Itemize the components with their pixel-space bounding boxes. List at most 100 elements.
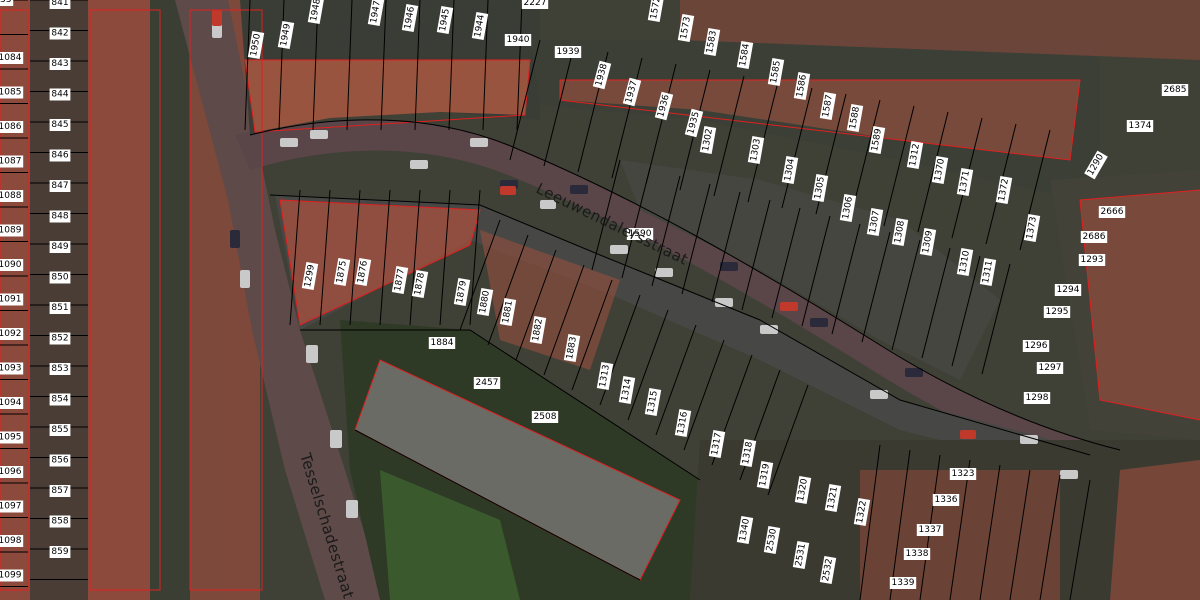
parcel-label: 1090 <box>0 259 24 271</box>
parcel-number: 2666 <box>1101 207 1124 217</box>
parcel-label: 857 <box>49 485 71 497</box>
parcel-number: 1884 <box>431 338 454 348</box>
parcel-label: 850 <box>49 271 71 284</box>
parcel-label: 1092 <box>0 328 24 340</box>
parcel-number: 1339 <box>892 578 915 588</box>
parcel-number: 1338 <box>906 549 929 559</box>
parcel-label: 851 <box>49 302 71 314</box>
parcel-number: 1337 <box>919 525 942 535</box>
parcel-number: 1336 <box>935 495 958 505</box>
parcel-label: 1095 <box>0 431 24 444</box>
parcel-label: 1293 <box>1078 254 1106 266</box>
parcel-number: 1091 <box>0 295 21 305</box>
map-canvas: 841 842 843 844 845 846 847 848 849 850 851 852 853 8… <box>0 0 1200 600</box>
parcel-number: 858 <box>51 517 68 527</box>
parcel-number: 844 <box>51 90 68 100</box>
parcel-label: 1323 <box>949 468 977 480</box>
parcel-label: 1091 <box>0 293 24 306</box>
parcel-label: 1294 <box>1054 284 1082 296</box>
parcel-label: 1094 <box>0 397 24 409</box>
parcel-number: 841 <box>51 0 68 8</box>
parcel-label: 858 <box>49 515 71 528</box>
parcel-label: 849 <box>49 241 71 253</box>
parcel-label: 845 <box>49 119 71 131</box>
parcel-number: 850 <box>51 273 68 283</box>
parcel-number: 2533 <box>0 0 11 5</box>
parcel-number: 1323 <box>952 469 975 479</box>
parcel-number: 1298 <box>1026 393 1049 403</box>
parcel-number: 1090 <box>0 260 22 270</box>
parcel-label: 1099 <box>0 569 24 582</box>
parcel-label: 841 <box>49 0 71 9</box>
parcel-number: 1939 <box>557 47 580 57</box>
parcel-number: 1940 <box>507 35 530 45</box>
parcel-number: 846 <box>51 151 68 161</box>
parcel-number: 1297 <box>1039 363 1062 373</box>
parcel-label: 1096 <box>0 466 24 478</box>
parcel-label: 1297 <box>1036 362 1064 374</box>
parcel-number: 853 <box>51 364 68 374</box>
parcel-label: 846 <box>49 149 71 162</box>
parcel-number: 1097 <box>0 502 21 512</box>
parcel-label: 1097 <box>0 500 24 513</box>
parcel-label: 1086 <box>0 121 24 133</box>
parcel-number: 1088 <box>0 191 22 201</box>
parcel-number: 2457 <box>476 378 499 388</box>
parcel-number: 2685 <box>1164 85 1187 95</box>
parcel-number: 2686 <box>1083 232 1106 242</box>
parcel-label: 859 <box>49 546 71 558</box>
parcel-number: 1093 <box>0 364 21 374</box>
parcel-label: 2227 <box>521 0 549 9</box>
parcel-label: 1098 <box>0 535 24 547</box>
parcel-number: 1087 <box>0 157 21 167</box>
parcel-number: 2227 <box>524 0 547 8</box>
parcel-number: 1296 <box>1025 341 1048 351</box>
parcel-number: 856 <box>51 456 68 466</box>
parcel-label: 2666 <box>1098 206 1126 218</box>
parcel-label: 2685 <box>1161 84 1189 96</box>
parcel-label: 2533 <box>0 0 14 6</box>
parcel-number: 854 <box>51 395 68 405</box>
parcel-label: 2457 <box>473 377 501 389</box>
parcel-number: 852 <box>51 334 68 344</box>
parcel-number: 847 <box>51 181 68 191</box>
parcel-label: 1298 <box>1023 392 1051 404</box>
parcel-label: 1884 <box>428 337 456 349</box>
parcel-number: 2508 <box>534 412 557 422</box>
parcel-label: 1336 <box>932 494 960 506</box>
parcel-label: 855 <box>49 424 71 436</box>
parcel-number: 1084 <box>0 53 22 63</box>
parcel-label: 854 <box>49 393 71 406</box>
parcel-number: 1089 <box>0 226 22 236</box>
parcel-number: 848 <box>51 212 68 222</box>
parcel-number: 1098 <box>0 536 22 546</box>
parcel-label: 2508 <box>531 411 559 423</box>
parcel-label: 843 <box>49 58 71 70</box>
parcel-number: 842 <box>51 29 68 39</box>
parcel-label: 852 <box>49 332 71 345</box>
parcel-label: 844 <box>49 88 71 101</box>
parcel-number: 1092 <box>0 329 21 339</box>
parcel-label: 1085 <box>0 86 24 99</box>
parcel-label: 842 <box>49 27 71 40</box>
parcel-label: 1339 <box>889 577 917 589</box>
parcel-label: 2686 <box>1080 231 1108 243</box>
parcel-number: 845 <box>51 120 68 130</box>
parcel-label: 848 <box>49 210 71 223</box>
parcel-number: 1096 <box>0 467 22 477</box>
parcel-label: 1088 <box>0 190 24 202</box>
parcel-number: 859 <box>51 547 68 557</box>
parcel-label: 847 <box>49 180 71 192</box>
parcel-label: 1087 <box>0 155 24 168</box>
parcel-label: 1093 <box>0 362 24 375</box>
parcel-number: 1085 <box>0 88 21 98</box>
parcel-label: 1337 <box>916 524 944 536</box>
parcel-label: 1374 <box>1126 120 1154 132</box>
parcel-number: 843 <box>51 59 68 69</box>
parcel-label: 853 <box>49 363 71 375</box>
parcel-number: 855 <box>51 425 68 435</box>
parcel-number: 849 <box>51 242 68 252</box>
parcel-number: 1374 <box>1129 121 1152 131</box>
aerial-cadastral-map[interactable]: 841 842 843 844 845 846 847 848 849 850 851 852 853 8… <box>0 0 1200 600</box>
parcel-label: 1940 <box>504 34 532 46</box>
